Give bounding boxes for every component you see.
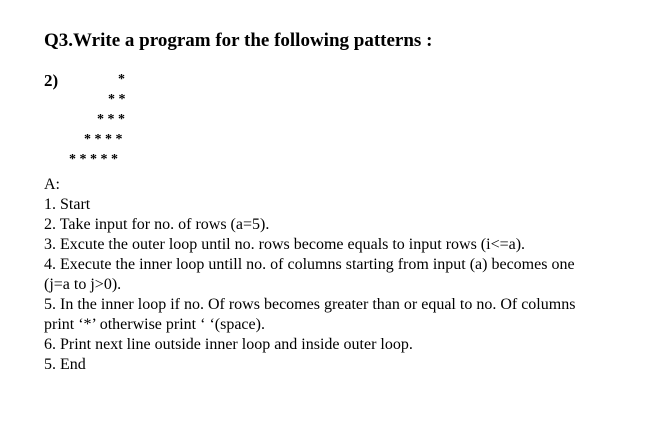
answer-step: print ‘*’ otherwise print ‘ ‘(space). [44, 316, 265, 333]
pattern-row: * [118, 72, 125, 87]
pattern-row: * * [108, 92, 126, 107]
question-heading: Q3.Write a program for the following pat… [44, 30, 433, 51]
answer-step: 1. Start [44, 196, 91, 213]
answer-step: 5. End [44, 356, 86, 373]
pattern-row: * * * * * [69, 152, 118, 167]
answer-step: 4. Execute the inner loop untill no. of … [44, 256, 575, 273]
pattern-row: * * * * [84, 132, 123, 147]
answer-step: 3. Excute the outer loop until no. rows … [44, 236, 526, 253]
answer-label: A: [44, 176, 60, 193]
answer-step: 6. Print next line outside inner loop an… [44, 336, 413, 353]
answer-step: 5. In the inner loop if no. Of rows beco… [44, 296, 576, 313]
pattern-row: * * * [97, 112, 125, 127]
answer-block: A: 1. Start 2. Take input for no. of row… [44, 175, 644, 375]
question-number: 2) [44, 71, 59, 90]
answer-step: (j=a to j>0). [44, 276, 122, 293]
answer-step: 2. Take input for no. of rows (a=5). [44, 216, 270, 233]
